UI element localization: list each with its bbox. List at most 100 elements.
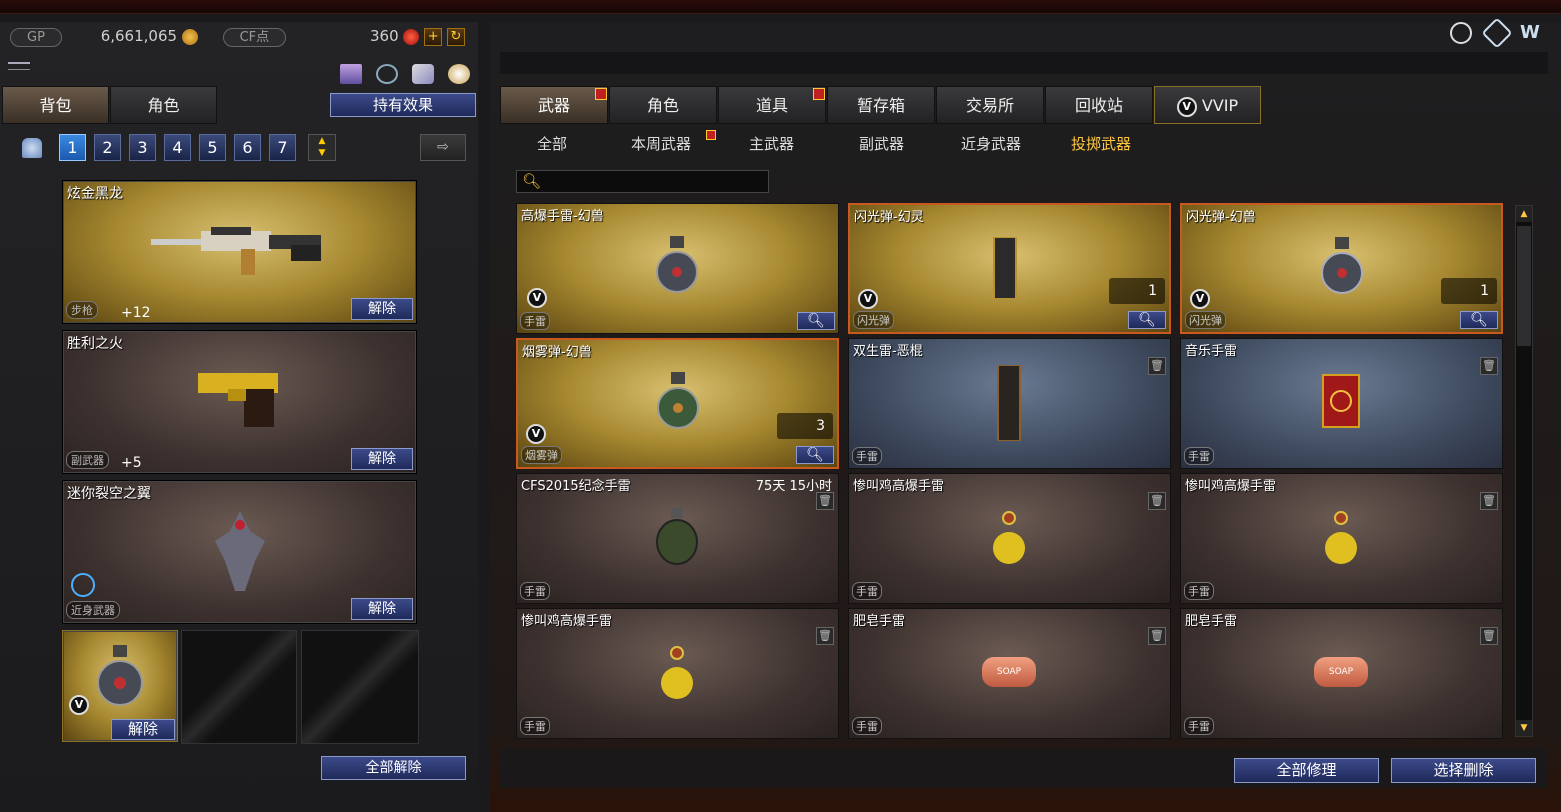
item-card[interactable]: 惨叫鸡高爆手雷 🗑︎ 手雷 bbox=[516, 608, 839, 739]
item-type: 手雷 bbox=[852, 582, 882, 600]
key-icon[interactable] bbox=[8, 62, 30, 70]
loadout-slot-1[interactable]: 1 bbox=[59, 134, 86, 161]
cf-coin-icon bbox=[403, 28, 420, 45]
tab-weapons[interactable]: 武器 bbox=[500, 86, 608, 124]
tab-storage[interactable]: 暂存箱 bbox=[827, 86, 935, 124]
unequip-button[interactable]: 解除 bbox=[351, 448, 413, 470]
item-type: 手雷 bbox=[1184, 447, 1214, 465]
loadout-slot-7[interactable]: 7 bbox=[269, 134, 296, 161]
empty-slot[interactable] bbox=[301, 630, 419, 744]
loadout-slot-6[interactable]: 6 bbox=[234, 134, 261, 161]
tab-vvip[interactable]: V VVIP bbox=[1154, 86, 1261, 124]
chicken-grenade-icon bbox=[993, 511, 1025, 564]
scroll-up-icon[interactable]: ▲ bbox=[1516, 206, 1532, 222]
item-card[interactable]: 闪光弹-幻兽 V 1 闪光弹 🔍︎ bbox=[1180, 203, 1503, 334]
loadout-slot-5[interactable]: 5 bbox=[199, 134, 226, 161]
equipped-secondary[interactable]: 胜利之火 副武器 +5 解除 bbox=[62, 330, 417, 474]
repair-all-button[interactable]: 全部修理 bbox=[1234, 758, 1379, 783]
item-card[interactable]: CFS2015纪念手雷 75天 15小时 🗑︎ 手雷 bbox=[516, 473, 839, 604]
equipped-name: 炫金黑龙 bbox=[67, 186, 123, 202]
refresh-cf-button[interactable]: ↻ bbox=[446, 27, 465, 46]
equipped-melee[interactable]: 迷你裂空之翼 近身武器 解除 bbox=[62, 480, 417, 624]
item-type: 手雷 bbox=[852, 447, 882, 465]
ranking-icon[interactable] bbox=[340, 64, 362, 84]
trash-icon[interactable]: 🗑︎ bbox=[816, 627, 834, 645]
inspect-button[interactable]: 🔍︎ bbox=[1128, 311, 1166, 329]
equipped-primary[interactable]: 炫金黑龙 步枪 +12 解除 bbox=[62, 180, 417, 324]
subtab-primary[interactable]: 主武器 bbox=[749, 133, 794, 154]
trash-icon[interactable]: 🗑︎ bbox=[1480, 492, 1498, 510]
loadout-slot-2[interactable]: 2 bbox=[94, 134, 121, 161]
vip-logo-icon[interactable]: W bbox=[1520, 22, 1546, 44]
unequip-button[interactable]: 解除 bbox=[351, 298, 413, 320]
item-card[interactable]: 高爆手雷-幻兽 V 手雷 🔍︎ bbox=[516, 203, 839, 334]
rifle-icon bbox=[151, 227, 321, 275]
trash-icon[interactable]: 🗑︎ bbox=[1148, 492, 1166, 510]
rotate-icon[interactable] bbox=[376, 64, 398, 84]
grenade-icon bbox=[97, 645, 143, 706]
subtab-all[interactable]: 全部 bbox=[537, 133, 567, 154]
scrollbar[interactable]: ▲ ▼ bbox=[1515, 205, 1533, 737]
tab-items[interactable]: 道具 bbox=[718, 86, 826, 124]
trash-icon[interactable]: 🗑︎ bbox=[1148, 357, 1166, 375]
tab-characters[interactable]: 角色 bbox=[609, 86, 717, 124]
loadout-slot-4[interactable]: 4 bbox=[164, 134, 191, 161]
add-cf-button[interactable]: + bbox=[424, 27, 443, 46]
item-count: 1 bbox=[1441, 278, 1497, 304]
trash-icon[interactable]: 🗑︎ bbox=[1148, 627, 1166, 645]
loadout-slot-3[interactable]: 3 bbox=[129, 134, 156, 161]
tab-bag[interactable]: 背包 bbox=[2, 86, 109, 124]
cf-label: CF点 bbox=[222, 28, 287, 47]
equipped-name: 胜利之火 bbox=[67, 336, 123, 352]
item-type: 手雷 bbox=[520, 582, 550, 600]
equipped-bonus: +12 bbox=[121, 305, 151, 321]
effect-button[interactable]: 持有效果 bbox=[330, 93, 476, 117]
slot-scroll-arrows-icon[interactable]: ▲ ▼ bbox=[308, 134, 336, 161]
transfer-icon[interactable]: ⇨ bbox=[420, 134, 466, 161]
gift-icon bbox=[595, 88, 607, 100]
item-name: 高爆手雷-幻兽 bbox=[521, 209, 604, 224]
grenade-icon bbox=[656, 508, 698, 565]
item-card[interactable]: 惨叫鸡高爆手雷 🗑︎ 手雷 bbox=[848, 473, 1171, 604]
unequip-button[interactable]: 解除 bbox=[351, 598, 413, 620]
unequip-button[interactable]: 解除 bbox=[111, 719, 175, 740]
equipped-throwable[interactable]: V 解除 bbox=[62, 630, 178, 742]
gp-label: GP bbox=[10, 28, 62, 47]
character-icon[interactable] bbox=[412, 64, 434, 84]
item-type: 手雷 bbox=[1184, 582, 1214, 600]
inspect-button[interactable]: 🔍︎ bbox=[796, 446, 834, 464]
subtab-secondary[interactable]: 副武器 bbox=[859, 133, 904, 154]
chicken-grenade-icon bbox=[661, 646, 693, 699]
subtab-weekly[interactable]: 本周武器 bbox=[631, 133, 691, 154]
subtab-melee[interactable]: 近身武器 bbox=[961, 133, 1021, 154]
item-card[interactable]: 烟雾弹-幻兽 V 3 烟雾弹 🔍︎ bbox=[516, 338, 839, 469]
item-name: 惨叫鸡高爆手雷 bbox=[1185, 479, 1277, 494]
trash-icon[interactable]: 🗑︎ bbox=[1480, 357, 1498, 375]
trash-icon[interactable]: 🗑︎ bbox=[1480, 627, 1498, 645]
subtab-throwable[interactable]: 投掷武器 bbox=[1071, 133, 1131, 154]
inspect-button[interactable]: 🔍︎ bbox=[797, 312, 835, 330]
scrollbar-thumb[interactable] bbox=[1517, 226, 1531, 346]
select-delete-button[interactable]: 选择删除 bbox=[1391, 758, 1536, 783]
tab-role[interactable]: 角色 bbox=[110, 86, 217, 124]
trash-icon[interactable]: 🗑︎ bbox=[816, 492, 834, 510]
item-card[interactable]: 闪光弹-幻灵 V 1 闪光弹 🔍︎ bbox=[848, 203, 1171, 334]
item-card[interactable]: 惨叫鸡高爆手雷 🗑︎ 手雷 bbox=[1180, 473, 1503, 604]
item-card[interactable]: 肥皂手雷 🗑︎ SOAP 手雷 bbox=[848, 608, 1171, 739]
crosshair-icon[interactable] bbox=[1450, 22, 1472, 44]
tab-recycle[interactable]: 回收站 bbox=[1045, 86, 1153, 124]
item-card[interactable]: 肥皂手雷 🗑︎ SOAP 手雷 bbox=[1180, 608, 1503, 739]
unequip-all-button[interactable]: 全部解除 bbox=[321, 756, 466, 780]
search-input[interactable]: 🔍︎ bbox=[516, 170, 769, 193]
inspect-button[interactable]: 🔍︎ bbox=[1460, 311, 1498, 329]
item-type: 闪光弹 bbox=[853, 311, 894, 329]
gp-coin-icon bbox=[181, 28, 198, 45]
item-card[interactable]: 双生雷-恶棍 🗑︎ 手雷 bbox=[848, 338, 1171, 469]
item-name: 烟雾弹-幻兽 bbox=[522, 345, 592, 360]
empty-slot[interactable] bbox=[181, 630, 297, 744]
item-type: 手雷 bbox=[1184, 717, 1214, 735]
mouse-icon[interactable] bbox=[448, 64, 470, 84]
scroll-down-icon[interactable]: ▼ bbox=[1516, 720, 1532, 736]
tab-exchange[interactable]: 交易所 bbox=[936, 86, 1044, 124]
item-card[interactable]: 音乐手雷 🗑︎ 手雷 bbox=[1180, 338, 1503, 469]
